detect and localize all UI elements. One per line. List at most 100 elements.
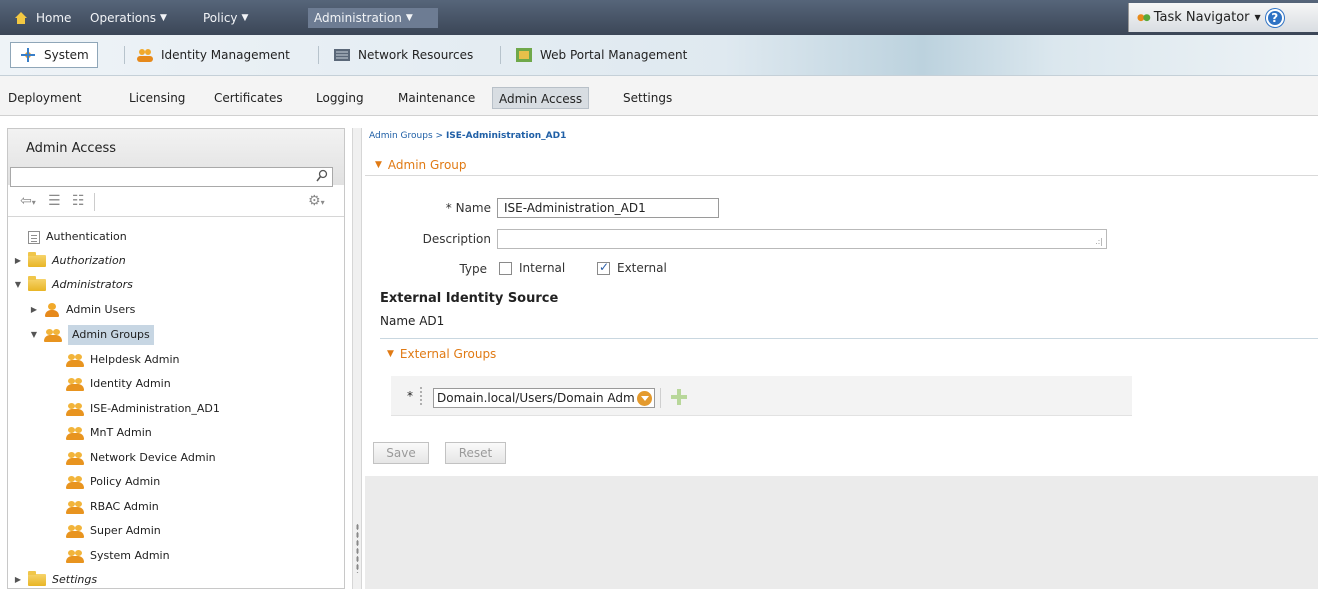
external-group-value: Domain.local/Users/Domain Adm bbox=[437, 391, 635, 405]
folder-icon bbox=[28, 276, 46, 291]
nav-administration[interactable]: Administration ▼ bbox=[308, 8, 438, 28]
module-system[interactable]: System bbox=[10, 42, 98, 68]
chevron-down-icon: ▼ bbox=[387, 349, 394, 359]
tree-item-group[interactable]: MnT Admin bbox=[66, 423, 152, 443]
tree-item-group[interactable]: Super Admin bbox=[66, 521, 161, 541]
tree-item-label: Settings bbox=[52, 573, 98, 586]
group-icon bbox=[44, 328, 62, 342]
tree-item-group[interactable]: Network Device Admin bbox=[66, 448, 216, 468]
module-web-portal-management-label: Web Portal Management bbox=[540, 48, 688, 62]
tree-item-label: Identity Admin bbox=[90, 377, 171, 390]
type-internal-checkbox[interactable] bbox=[499, 262, 512, 275]
breadcrumb-current: ISE-Administration_AD1 bbox=[445, 131, 567, 141]
document-icon bbox=[28, 230, 40, 244]
nav-operations-label: Operations bbox=[90, 11, 156, 25]
tree-item-group[interactable]: Helpdesk Admin bbox=[66, 350, 179, 370]
nav-home[interactable]: Home bbox=[14, 9, 71, 27]
tree-item-group[interactable]: RBAC Admin bbox=[66, 497, 159, 517]
type-external-checkbox[interactable] bbox=[597, 260, 610, 275]
module-web-portal-management[interactable]: Web Portal Management bbox=[507, 42, 695, 68]
tab-maintenance[interactable]: Maintenance bbox=[392, 87, 481, 109]
tree-item-admin-groups[interactable]: ▼ Admin Groups bbox=[30, 325, 154, 345]
external-group-select[interactable]: Domain.local/Users/Domain Adm bbox=[433, 388, 655, 408]
tree-item-authentication[interactable]: Authentication bbox=[14, 227, 127, 247]
tree-item-admin-users[interactable]: ▶ Admin Users bbox=[30, 300, 135, 320]
type-internal-label: Internal bbox=[519, 261, 566, 275]
tab-certificates[interactable]: Certificates bbox=[208, 87, 289, 109]
tree-item-group[interactable]: System Admin bbox=[66, 546, 170, 566]
tab-settings[interactable]: Settings bbox=[617, 87, 678, 109]
external-group-row: * Domain.local/Users/Domain Adm bbox=[391, 376, 1132, 416]
tree-item-label: Policy Admin bbox=[90, 475, 161, 488]
group-icon bbox=[66, 549, 84, 563]
tree-item-label: MnT Admin bbox=[90, 426, 152, 439]
save-button[interactable]: Save bbox=[373, 442, 429, 464]
tree-item-label: Network Device Admin bbox=[90, 451, 216, 464]
top-navigation-bar: Home Operations ▼ Policy ▼ Administratio… bbox=[0, 0, 1318, 35]
tree-toolbar: ⇦▾ ☰ ☷ ⚙▾ bbox=[8, 187, 344, 217]
chevron-right-icon[interactable]: ▶ bbox=[30, 300, 38, 320]
tree-item-group[interactable]: ISE-Administration_AD1 bbox=[66, 399, 220, 419]
section-title: Admin Group bbox=[387, 158, 467, 172]
group-icon bbox=[66, 426, 84, 440]
tab-deployment[interactable]: Deployment bbox=[2, 87, 87, 109]
chevron-down-icon: ▼ bbox=[405, 13, 413, 23]
panel-splitter[interactable] bbox=[352, 128, 362, 589]
divider bbox=[124, 46, 125, 64]
help-icon[interactable]: ? bbox=[1265, 8, 1284, 27]
description-field[interactable]: .:| bbox=[497, 229, 1107, 249]
tree-item-group[interactable]: Policy Admin bbox=[66, 472, 160, 492]
name-label-text: Name bbox=[455, 201, 491, 215]
tree-item-authorization[interactable]: ▶ Authorization bbox=[14, 251, 126, 271]
add-icon[interactable] bbox=[671, 389, 687, 405]
list-view-icon[interactable]: ☰ bbox=[48, 194, 61, 208]
task-navigator-icon: ●● bbox=[1137, 12, 1151, 23]
panel-title: Admin Access bbox=[26, 141, 117, 156]
nav-policy[interactable]: Policy ▼ bbox=[203, 9, 248, 27]
folder-icon bbox=[28, 252, 46, 267]
dropdown-arrow-icon[interactable] bbox=[637, 391, 652, 406]
module-bar: System Identity Management Network Resou… bbox=[0, 35, 1318, 76]
module-identity-management[interactable]: Identity Management bbox=[128, 42, 298, 68]
group-icon bbox=[66, 475, 84, 489]
drag-handle-icon[interactable] bbox=[356, 523, 359, 573]
breadcrumb-admin-groups-link[interactable]: Admin Groups bbox=[369, 131, 433, 141]
resize-handle-icon[interactable]: .:| bbox=[1095, 237, 1103, 246]
tree-search-input[interactable] bbox=[10, 167, 333, 187]
tree-item-group[interactable]: Identity Admin bbox=[66, 374, 171, 394]
reset-button[interactable]: Reset bbox=[445, 442, 506, 464]
group-icon bbox=[66, 500, 84, 514]
tree-view-icon[interactable]: ☷ bbox=[72, 194, 85, 208]
section-external-groups-toggle[interactable]: ▼ External Groups bbox=[387, 347, 496, 361]
chevron-right-icon[interactable]: ▶ bbox=[14, 251, 22, 271]
section-admin-group-toggle[interactable]: ▼ Admin Group bbox=[375, 158, 467, 172]
search-icon[interactable] bbox=[316, 169, 328, 183]
group-icon bbox=[66, 451, 84, 465]
nav-operations[interactable]: Operations ▼ bbox=[90, 9, 167, 27]
drag-handle-icon[interactable] bbox=[419, 386, 423, 406]
back-arrow-icon[interactable]: ⇦▾ bbox=[20, 194, 36, 208]
gear-icon[interactable]: ⚙▾ bbox=[308, 194, 325, 208]
tab-logging[interactable]: Logging bbox=[310, 87, 370, 109]
task-navigator-label: Task Navigator bbox=[1153, 10, 1250, 25]
required-asterisk: * bbox=[445, 201, 452, 215]
chevron-down-icon: ▼ bbox=[1254, 13, 1261, 22]
tree-item-label: Helpdesk Admin bbox=[90, 353, 180, 366]
tab-admin-access[interactable]: Admin Access bbox=[492, 87, 590, 109]
breadcrumb-separator: > bbox=[435, 131, 444, 141]
task-navigator-button[interactable]: ●● Task Navigator ▼ ? bbox=[1128, 3, 1318, 32]
tree-item-administrators[interactable]: ▼ Administrators bbox=[14, 275, 133, 295]
tab-licensing[interactable]: Licensing bbox=[123, 87, 191, 109]
chevron-right-icon[interactable]: ▶ bbox=[14, 570, 22, 590]
external-identity-source-name: Name AD1 bbox=[380, 314, 445, 328]
required-asterisk: * bbox=[407, 389, 413, 403]
chevron-down-icon[interactable]: ▼ bbox=[14, 275, 22, 295]
chevron-down-icon[interactable]: ▼ bbox=[30, 325, 38, 345]
module-network-resources[interactable]: Network Resources bbox=[325, 42, 481, 68]
tree-item-label: Admin Groups bbox=[68, 325, 154, 345]
group-icon bbox=[66, 524, 84, 538]
module-system-label: System bbox=[44, 48, 89, 62]
tree-item-settings[interactable]: ▶ Settings bbox=[14, 570, 97, 590]
divider bbox=[318, 46, 319, 64]
name-field[interactable]: ISE-Administration_AD1 bbox=[497, 198, 719, 218]
